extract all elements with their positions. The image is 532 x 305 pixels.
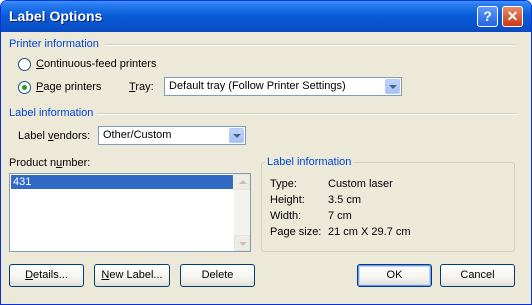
cancel-button[interactable]: Cancel — [440, 264, 515, 287]
scroll-up-icon[interactable] — [234, 174, 250, 190]
page-size-value: 21 cm X 29.7 cm — [328, 226, 411, 238]
label-vendors-label: Label vendors: — [18, 130, 91, 142]
label-details-group — [261, 162, 515, 252]
page-printers-label[interactable]: Page printers — [36, 81, 101, 93]
dialog-content: Printer information Continuous-feed prin… — [1, 32, 531, 304]
details-button[interactable]: Details... — [9, 264, 84, 287]
page-size-key: Page size: — [270, 226, 322, 238]
continuous-feed-label[interactable]: Continuous-feed printers — [36, 58, 156, 70]
help-button[interactable]: ? — [477, 6, 498, 27]
product-number-list[interactable]: 431 — [9, 173, 251, 252]
dialog-title: Label Options — [9, 8, 103, 24]
chevron-down-icon[interactable] — [385, 79, 400, 94]
delete-button[interactable]: Delete — [180, 264, 255, 287]
title-bar[interactable]: Label Options ? ✕ — [1, 1, 531, 32]
width-value: 7 cm — [328, 210, 352, 222]
help-icon: ? — [483, 8, 492, 24]
continuous-feed-radio[interactable] — [18, 58, 31, 71]
printer-info-title: Printer information — [9, 38, 99, 50]
label-info-title: Label information — [9, 107, 94, 119]
divider — [105, 44, 517, 46]
scroll-down-icon[interactable] — [234, 235, 250, 251]
label-vendors-select[interactable]: Other/Custom — [98, 126, 246, 145]
label-details-title: Label information — [265, 156, 354, 168]
divider — [97, 113, 517, 115]
page-printers-radio[interactable] — [18, 81, 31, 94]
tray-select[interactable]: Default tray (Follow Printer Settings) — [164, 77, 402, 96]
scrollbar[interactable] — [234, 174, 250, 251]
new-label-button[interactable]: New Label... — [94, 264, 170, 287]
product-number-label: Product number: — [9, 157, 91, 169]
ok-button[interactable]: OK — [357, 264, 432, 287]
label-options-dialog: Label Options ? ✕ Printer information Co… — [0, 0, 532, 305]
tray-label: Tray: — [129, 81, 154, 93]
tray-value: Default tray (Follow Printer Settings) — [169, 80, 346, 92]
width-key: Width: — [270, 210, 302, 222]
chevron-down-icon[interactable] — [229, 128, 244, 143]
close-button[interactable]: ✕ — [502, 6, 523, 27]
height-value: 3.5 cm — [328, 194, 362, 206]
type-value: Custom laser — [328, 178, 393, 190]
close-icon: ✕ — [506, 8, 519, 24]
height-key: Height: — [270, 194, 305, 206]
list-item[interactable]: 431 — [11, 175, 233, 189]
label-vendors-value: Other/Custom — [103, 129, 172, 141]
type-key: Type: — [270, 178, 297, 190]
